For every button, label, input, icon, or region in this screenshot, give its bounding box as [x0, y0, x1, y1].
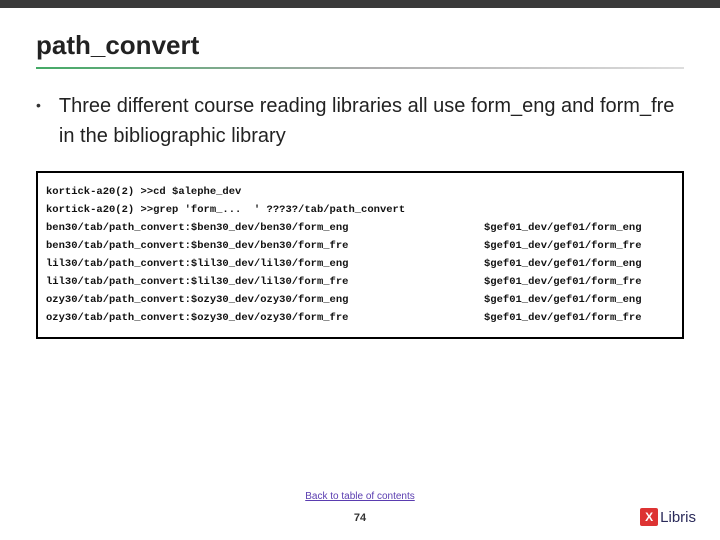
bullet-dot-icon: • — [36, 97, 41, 113]
page-title: path_convert — [36, 30, 684, 61]
code-line: ozy30/tab/path_convert:$ozy30_dev/ozy30/… — [46, 291, 674, 309]
code-text: $gef01_dev/gef01/form_fre — [484, 276, 674, 288]
code-text: lil30/tab/path_convert:$lil30_dev/lil30/… — [46, 258, 348, 270]
code-text: kortick-a20(2) >>cd $alephe_dev — [46, 186, 241, 198]
bullet-text: Three different course reading libraries… — [59, 91, 684, 151]
code-box: kortick-a20(2) >>cd $alephe_dev kortick-… — [36, 171, 684, 339]
slide: path_convert • Three different course re… — [0, 0, 720, 540]
code-line: kortick-a20(2) >>cd $alephe_dev — [46, 183, 674, 201]
logo-x-icon: X — [640, 508, 658, 526]
code-line: ozy30/tab/path_convert:$ozy30_dev/ozy30/… — [46, 309, 674, 327]
title-rule — [36, 67, 684, 69]
code-text: lil30/tab/path_convert:$lil30_dev/lil30/… — [46, 276, 348, 288]
top-stripe — [0, 0, 720, 8]
code-text: $gef01_dev/gef01/form_fre — [484, 240, 674, 252]
back-to-toc-link[interactable]: Back to table of contents — [305, 491, 415, 502]
code-text: $gef01_dev/gef01/form_eng — [484, 258, 674, 270]
bullet-row: • Three different course reading librari… — [36, 91, 684, 151]
code-line: kortick-a20(2) >>grep 'form_... ' ???3?/… — [46, 201, 674, 219]
code-text: ozy30/tab/path_convert:$ozy30_dev/ozy30/… — [46, 294, 348, 306]
code-text: $gef01_dev/gef01/form_fre — [484, 312, 674, 324]
code-text: ben30/tab/path_convert:$ben30_dev/ben30/… — [46, 222, 348, 234]
footer: Back to table of contents 74 — [0, 486, 720, 526]
code-text: ben30/tab/path_convert:$ben30_dev/ben30/… — [46, 240, 348, 252]
logo: X Libris — [640, 508, 696, 526]
code-line: ben30/tab/path_convert:$ben30_dev/ben30/… — [46, 219, 674, 237]
code-line: ben30/tab/path_convert:$ben30_dev/ben30/… — [46, 237, 674, 255]
code-text: ozy30/tab/path_convert:$ozy30_dev/ozy30/… — [46, 312, 348, 324]
code-line: lil30/tab/path_convert:$lil30_dev/lil30/… — [46, 273, 674, 291]
page-number: 74 — [354, 512, 366, 524]
code-text: kortick-a20(2) >>grep 'form_... ' ???3?/… — [46, 204, 405, 216]
code-text: $gef01_dev/gef01/form_eng — [484, 222, 674, 234]
code-line: lil30/tab/path_convert:$lil30_dev/lil30/… — [46, 255, 674, 273]
logo-text: Libris — [660, 509, 696, 526]
code-text: $gef01_dev/gef01/form_eng — [484, 294, 674, 306]
